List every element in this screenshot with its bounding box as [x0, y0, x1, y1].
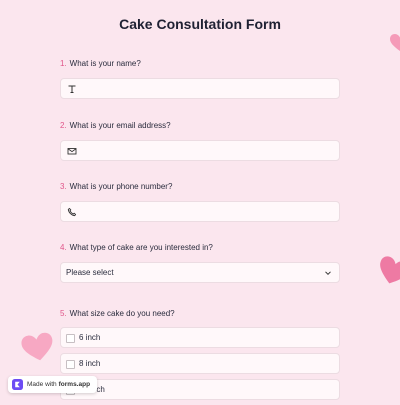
question-number: 4. — [60, 243, 67, 252]
forms-app-logo-icon — [12, 379, 23, 390]
question-label: 3. What is your phone number? — [60, 181, 340, 193]
size-options: 6 inch 8 inch 10 inch — [60, 327, 340, 400]
question-text: What type of cake are you interested in? — [69, 243, 213, 252]
question-text: What is your email address? — [69, 121, 171, 130]
phone-icon — [67, 207, 77, 217]
cake-type-select[interactable]: Please select — [60, 262, 340, 283]
option-label: 6 inch — [79, 333, 101, 342]
question-text: What is your name? — [69, 59, 141, 68]
question-phone: 3. What is your phone number? — [60, 181, 340, 222]
question-text: What is your phone number? — [69, 182, 173, 191]
text-icon — [68, 85, 76, 93]
question-number: 1. — [60, 59, 67, 68]
question-label: 1. What is your name? — [60, 58, 340, 70]
select-value: Please select — [66, 268, 114, 277]
question-cake-type: 4. What type of cake are you interested i… — [60, 242, 340, 283]
question-text: What size cake do you need? — [69, 309, 175, 318]
badge-prefix: Made with — [27, 381, 57, 388]
name-input[interactable] — [60, 78, 340, 99]
heart-icon — [380, 256, 400, 284]
checkbox[interactable] — [66, 360, 75, 369]
question-number: 2. — [60, 121, 67, 130]
option-label: 8 inch — [79, 359, 101, 368]
mail-icon — [67, 148, 77, 155]
form-title: Cake Consultation Form — [119, 16, 281, 32]
question-label: 2. What is your email address? — [60, 120, 340, 132]
size-option[interactable]: 10 inch — [60, 379, 340, 400]
question-label: 5. What size cake do you need? — [60, 308, 340, 320]
question-email: 2. What is your email address? — [60, 120, 340, 161]
phone-input[interactable] — [60, 201, 340, 222]
checkbox[interactable] — [66, 334, 75, 343]
heart-icon — [21, 332, 53, 361]
size-option[interactable]: 6 inch — [60, 327, 340, 348]
size-option[interactable]: 8 inch — [60, 353, 340, 374]
email-input[interactable] — [60, 140, 340, 161]
question-name: 1. What is your name? — [60, 58, 340, 99]
made-with-badge[interactable]: Made with forms.app — [8, 376, 98, 393]
question-label: 4. What type of cake are you interested i… — [60, 242, 340, 254]
heart-icon — [390, 34, 400, 51]
question-cake-size: 5. What size cake do you need? 6 inch 8 i… — [60, 308, 340, 405]
chevron-down-icon — [325, 271, 331, 276]
badge-brand: forms.app — [58, 381, 91, 388]
question-number: 3. — [60, 182, 67, 191]
question-number: 5. — [60, 309, 67, 318]
